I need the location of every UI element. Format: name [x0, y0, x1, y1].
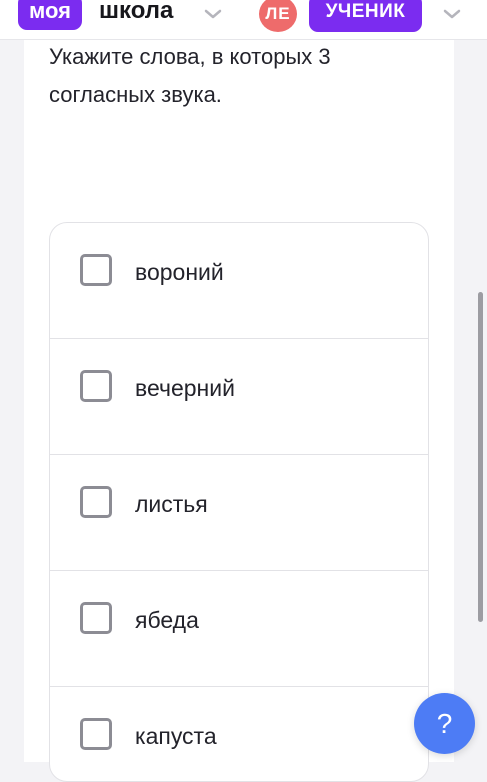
option-label: листья: [135, 491, 208, 517]
checkbox[interactable]: [80, 602, 112, 634]
top-bar: моя школа ЛЕ УЧЕНИК: [0, 0, 487, 40]
option-item[interactable]: листья: [50, 455, 428, 571]
chevron-down-icon[interactable]: [441, 3, 463, 25]
option-label: вороний: [135, 259, 224, 285]
question-text: Укажите слова, в которых 3 согласных зву…: [49, 44, 331, 107]
checkbox[interactable]: [80, 718, 112, 750]
option-item[interactable]: вечерний: [50, 339, 428, 455]
option-label: ябеда: [135, 607, 199, 633]
avatar[interactable]: ЛЕ: [259, 0, 297, 32]
checkbox[interactable]: [80, 254, 112, 286]
logo-text[interactable]: школа: [99, 0, 173, 30]
option-label: вечерний: [135, 375, 235, 401]
option-item[interactable]: вороний: [50, 223, 428, 339]
logo-badge[interactable]: моя: [18, 0, 82, 30]
role-badge[interactable]: УЧЕНИК: [309, 0, 422, 32]
scrollbar[interactable]: [478, 292, 483, 622]
help-button[interactable]: ?: [414, 693, 475, 754]
chevron-down-icon[interactable]: [202, 3, 224, 25]
answer-options: вороний вечерний листья ябеда капуста: [49, 222, 429, 782]
option-label: капуста: [135, 723, 217, 749]
option-item[interactable]: капуста: [50, 687, 428, 781]
checkbox[interactable]: [80, 486, 112, 518]
option-item[interactable]: ябеда: [50, 571, 428, 687]
checkbox[interactable]: [80, 370, 112, 402]
